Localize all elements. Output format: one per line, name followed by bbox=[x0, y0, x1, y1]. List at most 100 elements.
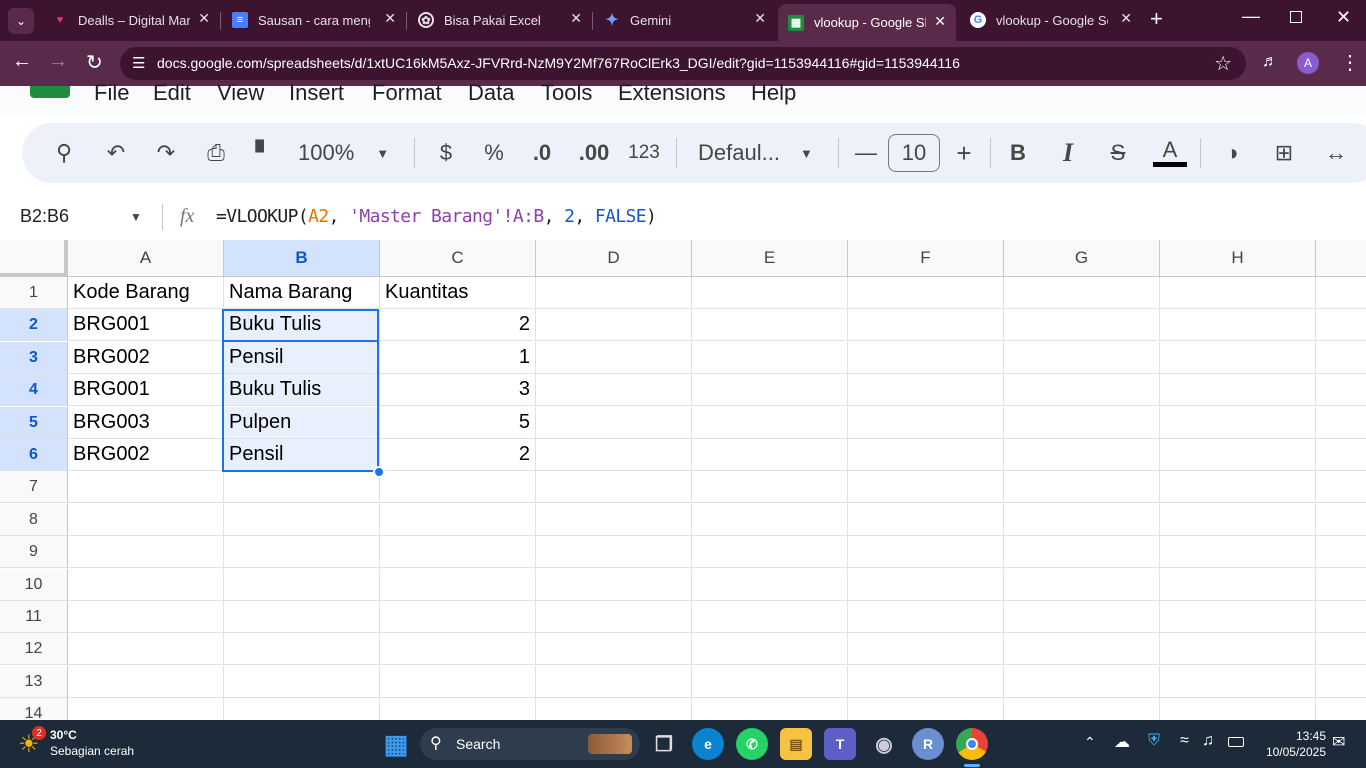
restore-window-icon[interactable] bbox=[1290, 11, 1302, 23]
bookmark-star-icon[interactable]: ☆ bbox=[1214, 51, 1232, 76]
cell-d6[interactable] bbox=[536, 439, 692, 471]
cell-h8[interactable] bbox=[1160, 504, 1316, 536]
percent-format-button[interactable]: % bbox=[474, 123, 514, 183]
cell-g4[interactable] bbox=[1004, 374, 1160, 406]
cell-c2[interactable]: 2 bbox=[380, 309, 536, 341]
cell-h2[interactable] bbox=[1160, 309, 1316, 341]
cell-e5[interactable] bbox=[692, 407, 848, 439]
cell-h3[interactable] bbox=[1160, 342, 1316, 374]
cell-d4[interactable] bbox=[536, 374, 692, 406]
cell-f6[interactable] bbox=[848, 439, 1004, 471]
site-info-icon[interactable]: ☰ bbox=[132, 54, 145, 72]
cell-a1[interactable]: Kode Barang bbox=[68, 277, 224, 309]
cell-g13[interactable] bbox=[1004, 666, 1160, 698]
search-menus-icon[interactable]: ⚲ bbox=[42, 123, 86, 183]
decrease-font-size-icon[interactable]: — bbox=[846, 123, 886, 183]
fill-color-icon[interactable]: ◑ bbox=[1210, 123, 1254, 183]
column-header-g[interactable]: G bbox=[1004, 240, 1160, 277]
browser-tab-bisa-pakai-excel[interactable]: ✿ Bisa Pakai Excel ✕ bbox=[408, 6, 592, 34]
row-header-13[interactable]: 13 bbox=[0, 666, 68, 698]
file-explorer-icon[interactable]: ▤ bbox=[780, 728, 812, 760]
browser-tab-gemini[interactable]: ✦ Gemini ✕ bbox=[594, 6, 776, 34]
cell-d11[interactable] bbox=[536, 601, 692, 633]
row-header-6[interactable]: 6 bbox=[0, 439, 68, 471]
cell-e9[interactable] bbox=[692, 536, 848, 568]
address-bar[interactable]: ☰ docs.google.com/spreadsheets/d/1xtUC16… bbox=[120, 47, 1246, 80]
zoom-select[interactable]: 100% ▼ bbox=[298, 123, 398, 183]
cell-f1[interactable] bbox=[848, 277, 1004, 309]
cell-g14[interactable] bbox=[1004, 698, 1160, 720]
cell-a10[interactable] bbox=[68, 569, 224, 601]
formula-input[interactable]: =VLOOKUP(A2, 'Master Barang'!A:B, 2, FAL… bbox=[216, 206, 657, 227]
merge-cells-icon[interactable]: ↔ bbox=[1316, 123, 1356, 183]
cell-e3[interactable] bbox=[692, 342, 848, 374]
text-color-button[interactable]: A bbox=[1148, 123, 1192, 183]
windows-start-icon[interactable]: ▦ bbox=[380, 728, 412, 760]
profile-avatar[interactable]: A bbox=[1297, 52, 1319, 74]
cell-h4[interactable] bbox=[1160, 374, 1316, 406]
cell-a7[interactable] bbox=[68, 471, 224, 503]
cell-h7[interactable] bbox=[1160, 471, 1316, 503]
more-formats-button[interactable]: 123 bbox=[622, 123, 666, 183]
cell-d7[interactable] bbox=[536, 471, 692, 503]
browser-tab-vlookup-search[interactable]: G vlookup - Google Sea ✕ bbox=[960, 6, 1142, 34]
menu-file[interactable]: File bbox=[94, 80, 129, 106]
cell-h11[interactable] bbox=[1160, 601, 1316, 633]
cell-h9[interactable] bbox=[1160, 536, 1316, 568]
cell-x11[interactable] bbox=[1316, 601, 1366, 633]
select-all-corner[interactable] bbox=[0, 240, 68, 277]
cell-b12[interactable] bbox=[224, 633, 380, 665]
cell-f12[interactable] bbox=[848, 633, 1004, 665]
name-box-dropdown-icon[interactable]: ▼ bbox=[130, 210, 142, 224]
cell-x12[interactable] bbox=[1316, 633, 1366, 665]
font-size-input[interactable]: 10 bbox=[888, 134, 940, 172]
paint-format-icon[interactable]: ▘ bbox=[244, 123, 284, 183]
taskbar-search-box[interactable]: ⚲ Search bbox=[420, 728, 640, 760]
menu-format[interactable]: Format bbox=[372, 80, 442, 106]
cell-g12[interactable] bbox=[1004, 633, 1160, 665]
cell-f9[interactable] bbox=[848, 536, 1004, 568]
bold-button[interactable]: B bbox=[998, 123, 1038, 183]
row-header-8[interactable]: 8 bbox=[0, 504, 68, 536]
tab-search-button[interactable]: ⌄ bbox=[8, 8, 34, 34]
cell-d2[interactable] bbox=[536, 309, 692, 341]
cell-g7[interactable] bbox=[1004, 471, 1160, 503]
r-app-icon[interactable]: R bbox=[912, 728, 944, 760]
cell-d1[interactable] bbox=[536, 277, 692, 309]
reload-icon[interactable]: ↻ bbox=[86, 50, 103, 75]
new-tab-button[interactable]: + bbox=[1150, 6, 1163, 32]
volume-icon[interactable]: ♫ bbox=[1202, 732, 1214, 750]
undo-icon[interactable]: ↶ bbox=[96, 123, 136, 183]
teams-icon[interactable]: T bbox=[824, 728, 856, 760]
browser-tab-sausan[interactable]: ≡ Sausan - cara menggu ✕ bbox=[222, 6, 406, 34]
cell-x13[interactable] bbox=[1316, 666, 1366, 698]
redo-icon[interactable]: ↷ bbox=[146, 123, 186, 183]
row-header-7[interactable]: 7 bbox=[0, 471, 68, 503]
close-tab-icon[interactable]: ✕ bbox=[1120, 10, 1132, 27]
menu-tools[interactable]: Tools bbox=[541, 80, 592, 106]
cell-b8[interactable] bbox=[224, 504, 380, 536]
close-tab-icon[interactable]: ✕ bbox=[198, 10, 210, 27]
cell-h6[interactable] bbox=[1160, 439, 1316, 471]
cell-e14[interactable] bbox=[692, 698, 848, 720]
forward-arrow-icon[interactable]: → bbox=[48, 50, 68, 73]
cell-a14[interactable] bbox=[68, 698, 224, 720]
font-select[interactable]: Defaul... ▼ bbox=[698, 123, 822, 183]
cell-c13[interactable] bbox=[380, 666, 536, 698]
media-control-icon[interactable]: ♬ bbox=[1262, 53, 1278, 71]
cell-c7[interactable] bbox=[380, 471, 536, 503]
cell-d8[interactable] bbox=[536, 504, 692, 536]
cell-g9[interactable] bbox=[1004, 536, 1160, 568]
cell-f7[interactable] bbox=[848, 471, 1004, 503]
close-tab-icon[interactable]: ✕ bbox=[384, 10, 396, 27]
cell-g10[interactable] bbox=[1004, 569, 1160, 601]
cell-e11[interactable] bbox=[692, 601, 848, 633]
row-header-9[interactable]: 9 bbox=[0, 536, 68, 568]
menu-edit[interactable]: Edit bbox=[153, 80, 191, 106]
menu-insert[interactable]: Insert bbox=[289, 80, 344, 106]
battery-icon[interactable] bbox=[1228, 737, 1244, 747]
fill-handle[interactable] bbox=[373, 466, 385, 478]
cell-d12[interactable] bbox=[536, 633, 692, 665]
cell-x3[interactable] bbox=[1316, 342, 1366, 374]
cell-h5[interactable] bbox=[1160, 407, 1316, 439]
